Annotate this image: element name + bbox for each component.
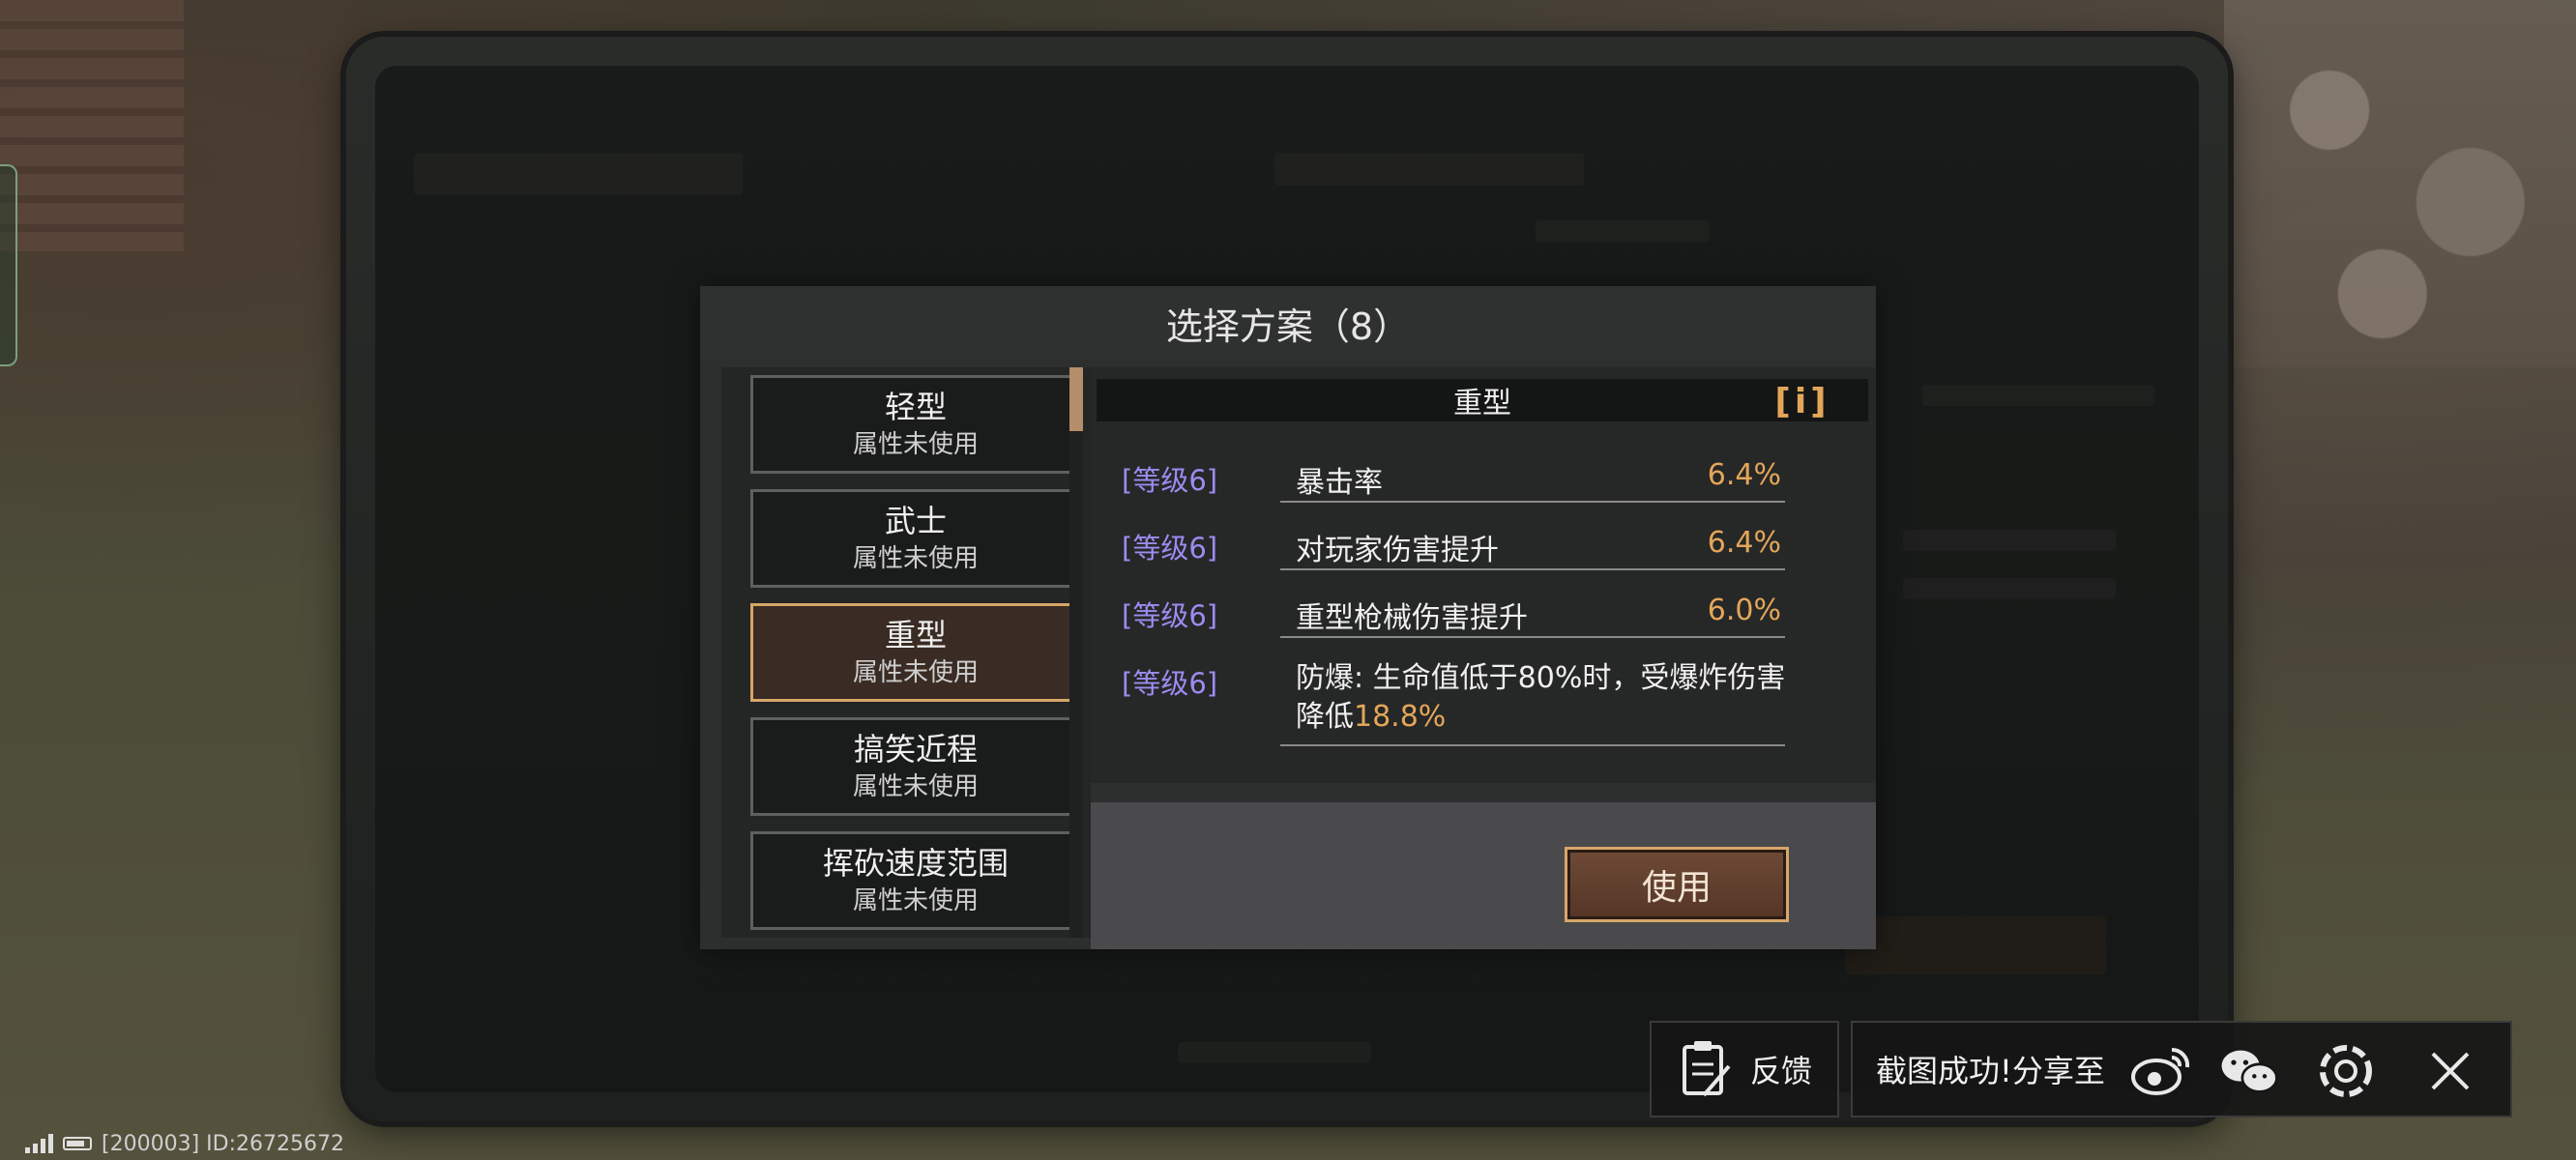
signal-icon bbox=[25, 1134, 53, 1153]
attribute-value-text: 6.4% bbox=[1707, 526, 1781, 560]
scheme-status: 属性未使用 bbox=[852, 544, 979, 573]
info-icon[interactable]: [i] bbox=[1773, 381, 1831, 421]
attribute-value-text: 6.4% bbox=[1707, 458, 1781, 492]
status-bar: [200003] ID:26725672 bbox=[25, 1131, 344, 1156]
scheme-status: 属性未使用 bbox=[852, 886, 979, 915]
scheme-item-samurai[interactable]: 武士 属性未使用 bbox=[750, 489, 1081, 588]
scheme-status: 属性未使用 bbox=[852, 658, 979, 687]
close-icon[interactable] bbox=[2419, 1040, 2481, 1102]
attribute-level: [等级6] bbox=[1122, 667, 1218, 700]
dialog-title: 选择方案（8） bbox=[700, 286, 1876, 360]
player-id: [200003] ID:26725672 bbox=[102, 1131, 344, 1156]
feedback-label: 反馈 bbox=[1749, 1053, 1812, 1089]
moments-icon[interactable] bbox=[2315, 1040, 2377, 1102]
scheme-name: 挥砍速度范围 bbox=[822, 845, 1009, 882]
divider bbox=[1280, 568, 1785, 570]
use-button[interactable]: 使用 bbox=[1565, 847, 1789, 922]
detail-header: 重型 bbox=[1097, 379, 1868, 421]
attribute-description: 防爆: 生命值低于80%时，受爆炸伤害降低18.8% bbox=[1296, 659, 1799, 737]
side-tab-handle[interactable] bbox=[0, 164, 17, 366]
attribute-name: 重型枪械伤害提升 bbox=[1296, 601, 1528, 635]
scheme-select-dialog: 选择方案（8） 轻型 属性未使用 武士 属性未使用 重型 属性未使用 搞笑近程 … bbox=[700, 286, 1876, 949]
wechat-icon[interactable] bbox=[2218, 1040, 2280, 1102]
scheme-item-funny-melee[interactable]: 搞笑近程 属性未使用 bbox=[750, 717, 1081, 816]
scheme-item-heavy[interactable]: 重型 属性未使用 bbox=[750, 603, 1081, 702]
share-label: 截图成功!分享至 bbox=[1876, 1053, 2105, 1089]
battery-icon bbox=[63, 1137, 92, 1150]
scheme-status: 属性未使用 bbox=[852, 772, 979, 801]
share-toolbar: 截图成功!分享至 bbox=[1851, 1021, 2512, 1117]
scheme-item-swing-speed[interactable]: 挥砍速度范围 属性未使用 bbox=[750, 831, 1081, 930]
attribute-name: 对玩家伤害提升 bbox=[1296, 534, 1499, 567]
divider bbox=[1280, 744, 1785, 746]
scheme-name: 轻型 bbox=[884, 389, 947, 425]
divider bbox=[1280, 501, 1785, 503]
attribute-name: 暴击率 bbox=[1296, 466, 1383, 500]
scheme-status: 属性未使用 bbox=[852, 430, 979, 459]
attribute-level: [等级6] bbox=[1122, 532, 1218, 565]
game-screen: 选择方案（8） 轻型 属性未使用 武士 属性未使用 重型 属性未使用 搞笑近程 … bbox=[0, 0, 2576, 1160]
attribute-level: [等级6] bbox=[1122, 464, 1218, 497]
background-wall bbox=[0, 0, 184, 251]
feedback-icon bbox=[1682, 1041, 1731, 1097]
divider bbox=[1280, 636, 1785, 638]
scheme-name: 搞笑近程 bbox=[853, 731, 978, 768]
feedback-button[interactable]: 反馈 bbox=[1650, 1021, 1839, 1117]
scheme-name: 武士 bbox=[884, 503, 947, 539]
attribute-level: [等级6] bbox=[1122, 599, 1218, 632]
scheme-list[interactable]: 轻型 属性未使用 武士 属性未使用 重型 属性未使用 搞笑近程 属性未使用 挥砍… bbox=[721, 367, 1091, 938]
attribute-highlight: 18.8% bbox=[1354, 700, 1447, 734]
attribute-value-text: 6.0% bbox=[1707, 594, 1781, 627]
scheme-item-light[interactable]: 轻型 属性未使用 bbox=[750, 375, 1081, 474]
scrollbar-track[interactable] bbox=[1069, 367, 1083, 938]
weibo-icon[interactable] bbox=[2129, 1040, 2191, 1102]
scrollbar-thumb[interactable] bbox=[1069, 367, 1083, 431]
scheme-name: 重型 bbox=[884, 617, 947, 653]
background-rocks bbox=[2224, 0, 2576, 367]
